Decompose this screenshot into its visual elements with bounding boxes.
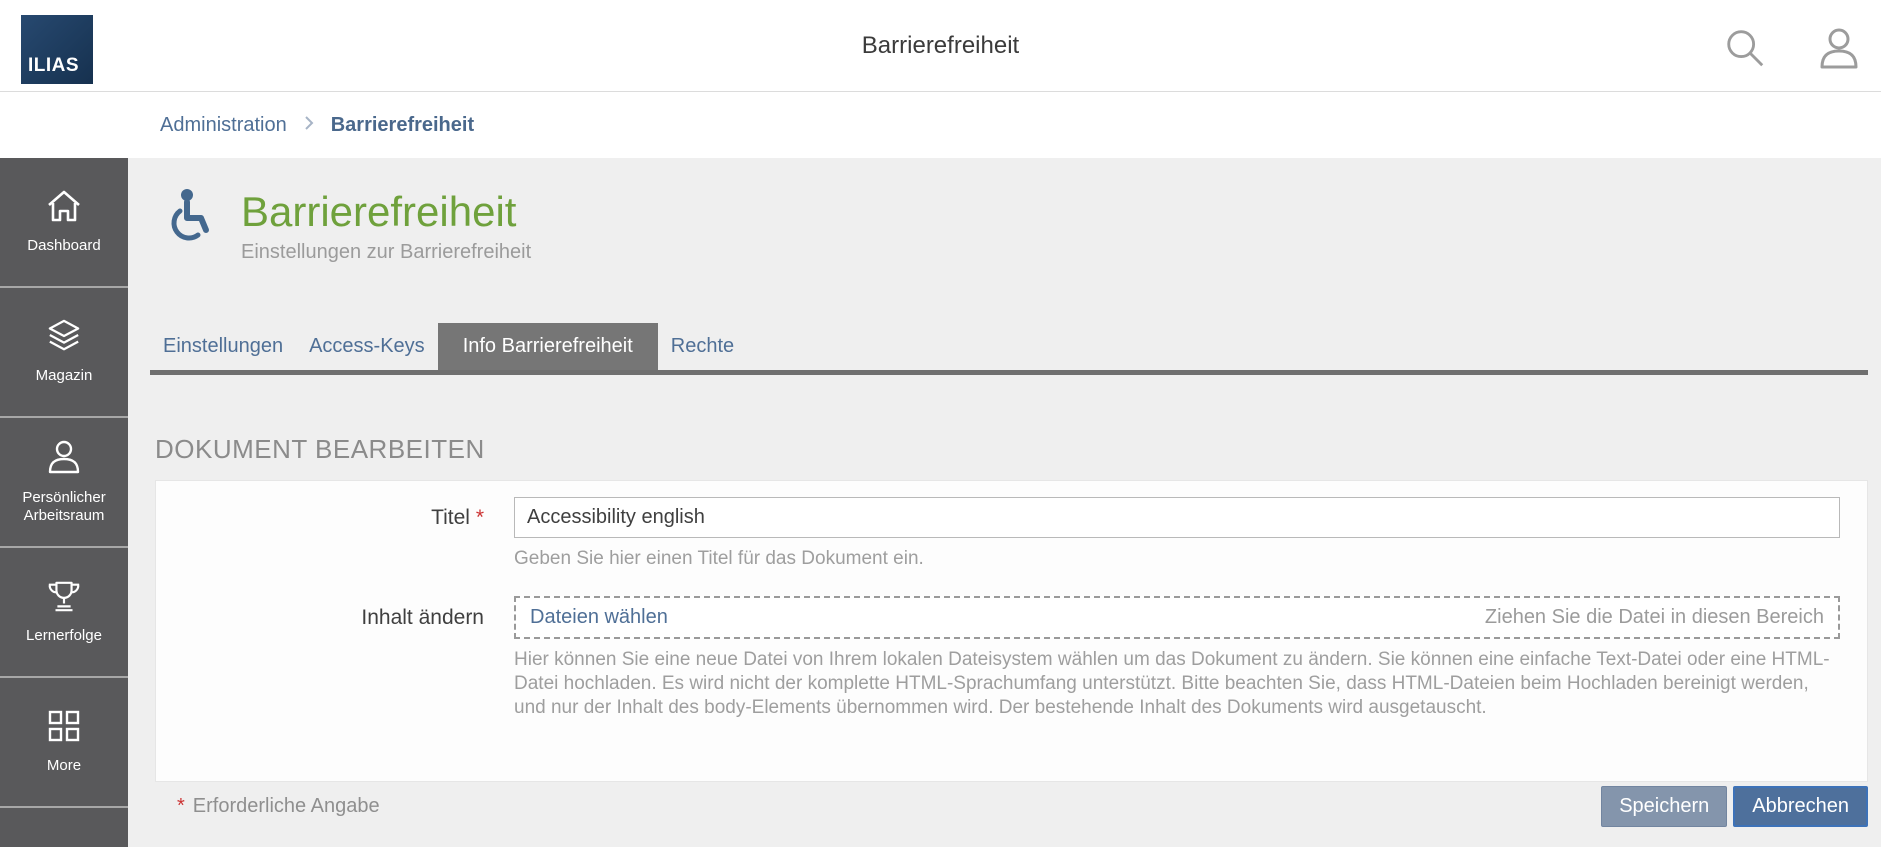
file-dropzone[interactable]: Dateien wählen Ziehen Sie die Datei in d… (514, 596, 1840, 639)
sidebar-item-label: More (43, 757, 85, 775)
header-page-title: Barrierefreiheit (0, 0, 1881, 92)
title-input[interactable] (514, 497, 1840, 538)
page-title: Barrierefreiheit (241, 188, 531, 236)
grid-icon (47, 709, 81, 748)
page-subtitle: Einstellungen zur Barrierefreiheit (241, 241, 531, 264)
layers-icon (46, 319, 82, 358)
user-menu-icon[interactable] (1817, 26, 1861, 75)
tab-bar: Einstellungen Access-Keys Info Barrieref… (150, 323, 1868, 375)
sidebar-item-label: Persönlicher Arbeitsraum (0, 489, 128, 525)
sidebar-item-magazin[interactable]: Magazin (0, 288, 128, 418)
sidebar-item-label: Dashboard (23, 237, 104, 255)
chevron-right-icon (303, 114, 315, 137)
sidebar-item-label: Lernerfolge (22, 627, 106, 645)
wheelchair-icon (165, 188, 211, 251)
main-sidebar: Dashboard Magazin Persönlicher Arbeitsra… (0, 158, 128, 847)
required-asterisk: * (476, 506, 484, 529)
page-title-block: Barrierefreiheit Einstellungen zur Barri… (165, 188, 531, 264)
tab-access-keys[interactable]: Access-Keys (296, 323, 438, 370)
sidebar-item-label: Magazin (32, 367, 97, 385)
required-note: *Erforderliche Angabe (177, 795, 380, 818)
dropzone-hint: Ziehen Sie die Datei in diesen Bereich (1485, 606, 1824, 629)
content-field-help: Hier können Sie eine neue Datei von Ihre… (514, 648, 1840, 720)
tab-einstellungen[interactable]: Einstellungen (150, 323, 296, 370)
breadcrumb-barrierefreiheit[interactable]: Barrierefreiheit (331, 114, 474, 137)
save-button[interactable]: Speichern (1601, 786, 1727, 827)
required-asterisk: * (177, 795, 185, 817)
home-icon (45, 189, 83, 228)
tab-rechte[interactable]: Rechte (658, 323, 747, 370)
top-header: ILIAS Barrierefreiheit (0, 0, 1881, 92)
breadcrumb-administration[interactable]: Administration (160, 114, 287, 137)
search-icon[interactable] (1723, 26, 1767, 75)
form-footer: *Erforderliche Angabe Speichern Abbreche… (155, 786, 1868, 827)
tab-info-barrierefreiheit[interactable]: Info Barrierefreiheit (438, 323, 658, 370)
title-field-help: Geben Sie hier einen Titel für das Dokum… (514, 547, 1840, 571)
main-content: Barrierefreiheit Einstellungen zur Barri… (128, 158, 1881, 847)
sidebar-item-dashboard[interactable]: Dashboard (0, 158, 128, 288)
section-heading: DOKUMENT BEARBEITEN (155, 434, 485, 465)
content-field-label: Inhalt ändern (156, 606, 514, 630)
title-field-row: Titel * Geben Sie hier einen Titel für d… (156, 497, 1867, 571)
sidebar-item-lernerfolge[interactable]: Lernerfolge (0, 548, 128, 678)
person-icon (46, 439, 82, 480)
title-field-label: Titel * (156, 506, 514, 530)
content-field-row: Inhalt ändern Dateien wählen Ziehen Sie … (156, 596, 1867, 720)
breadcrumb: Administration Barrierefreiheit (0, 92, 1881, 158)
choose-files-link[interactable]: Dateien wählen (530, 606, 668, 629)
cancel-button[interactable]: Abbrechen (1733, 786, 1868, 827)
edit-document-form-panel: Titel * Geben Sie hier einen Titel für d… (155, 480, 1868, 782)
trophy-icon (46, 579, 82, 618)
sidebar-item-more[interactable]: More (0, 678, 128, 808)
sidebar-item-persoenlicher-arbeitsraum[interactable]: Persönlicher Arbeitsraum (0, 418, 128, 548)
